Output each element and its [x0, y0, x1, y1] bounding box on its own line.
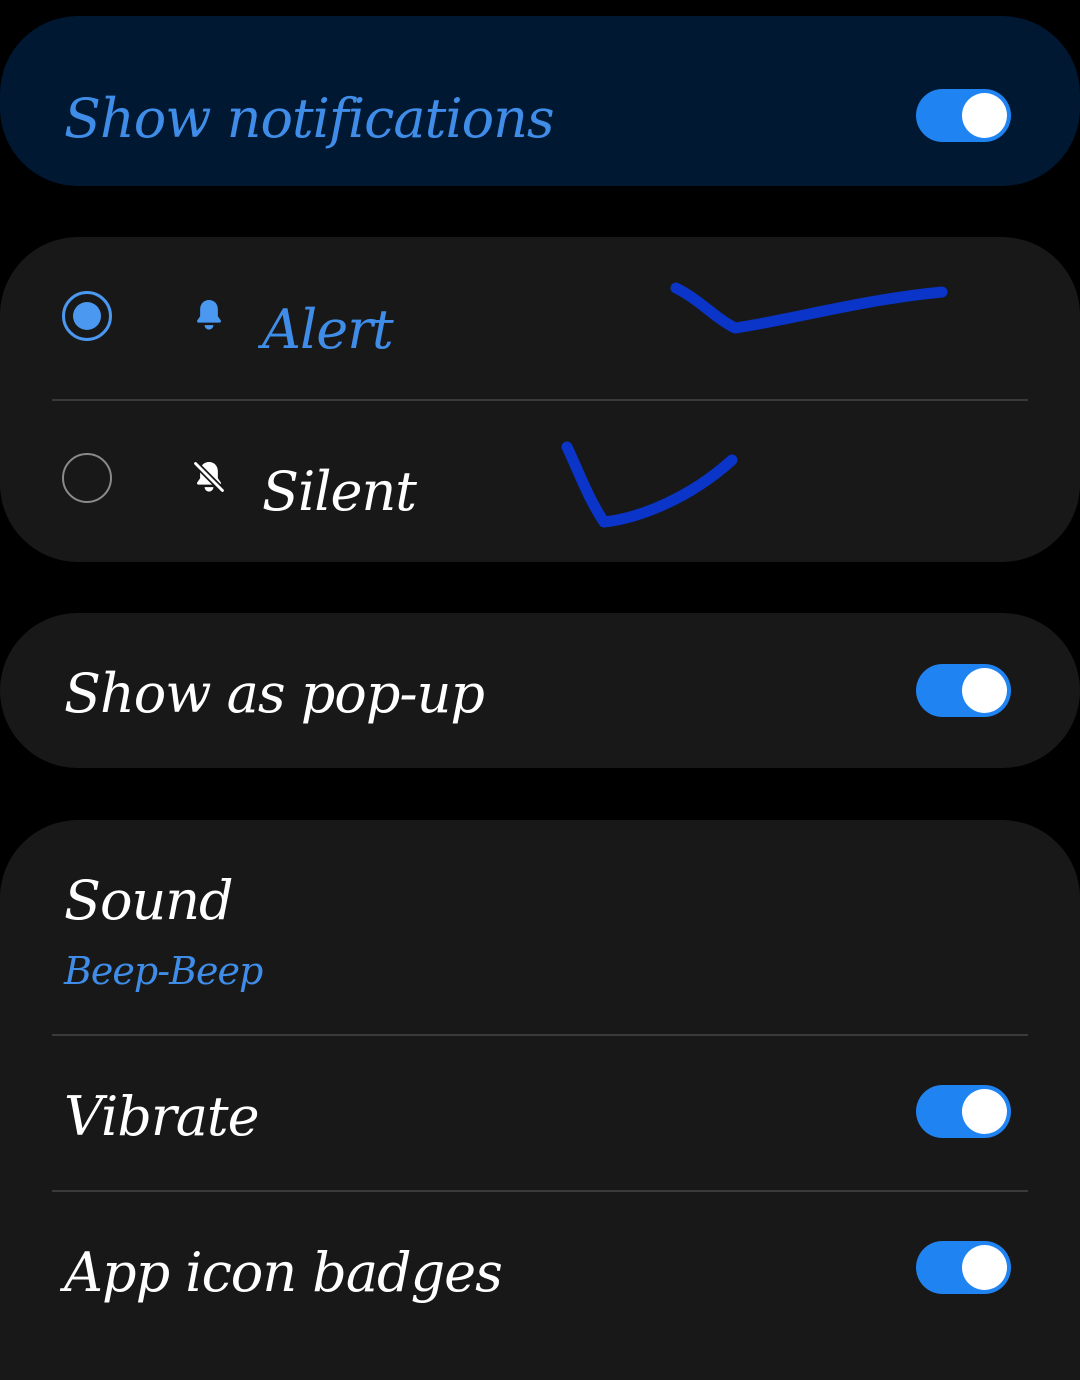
- badges-label: App icon badges: [64, 1241, 503, 1304]
- sound-row[interactable]: Sound Beep-Beep: [0, 820, 1080, 1034]
- vibrate-row[interactable]: Vibrate: [0, 1036, 1080, 1190]
- toggle-knob: [962, 1245, 1007, 1290]
- silent-radio[interactable]: [62, 453, 112, 503]
- sound-label: Sound: [64, 869, 234, 932]
- silent-option[interactable]: Silent: [0, 401, 1080, 562]
- notification-mode-card: Alert Silent: [0, 237, 1080, 562]
- sound-value: Beep-Beep: [64, 949, 263, 993]
- alert-option[interactable]: Alert: [0, 237, 1080, 399]
- popup-label: Show as pop-up: [64, 662, 485, 725]
- alert-radio[interactable]: [62, 291, 112, 341]
- sound-settings-card: Sound Beep-Beep Vibrate App icon badges: [0, 820, 1080, 1380]
- badges-toggle[interactable]: [916, 1241, 1011, 1294]
- toggle-knob: [962, 668, 1007, 713]
- badges-row[interactable]: App icon badges: [0, 1192, 1080, 1346]
- toggle-knob: [962, 1089, 1007, 1134]
- vibrate-label: Vibrate: [64, 1085, 260, 1148]
- show-notifications-toggle[interactable]: [916, 89, 1011, 142]
- show-notifications-label: Show notifications: [64, 87, 555, 150]
- vibrate-toggle[interactable]: [916, 1085, 1011, 1138]
- show-notifications-card[interactable]: Show notifications: [0, 16, 1080, 186]
- toggle-knob: [962, 93, 1007, 138]
- alert-label: Alert: [262, 298, 394, 361]
- silent-label: Silent: [262, 460, 417, 523]
- popup-toggle[interactable]: [916, 664, 1011, 717]
- bell-icon: [197, 299, 221, 330]
- popup-card[interactable]: Show as pop-up: [0, 613, 1080, 768]
- bell-off-icon: [192, 460, 226, 494]
